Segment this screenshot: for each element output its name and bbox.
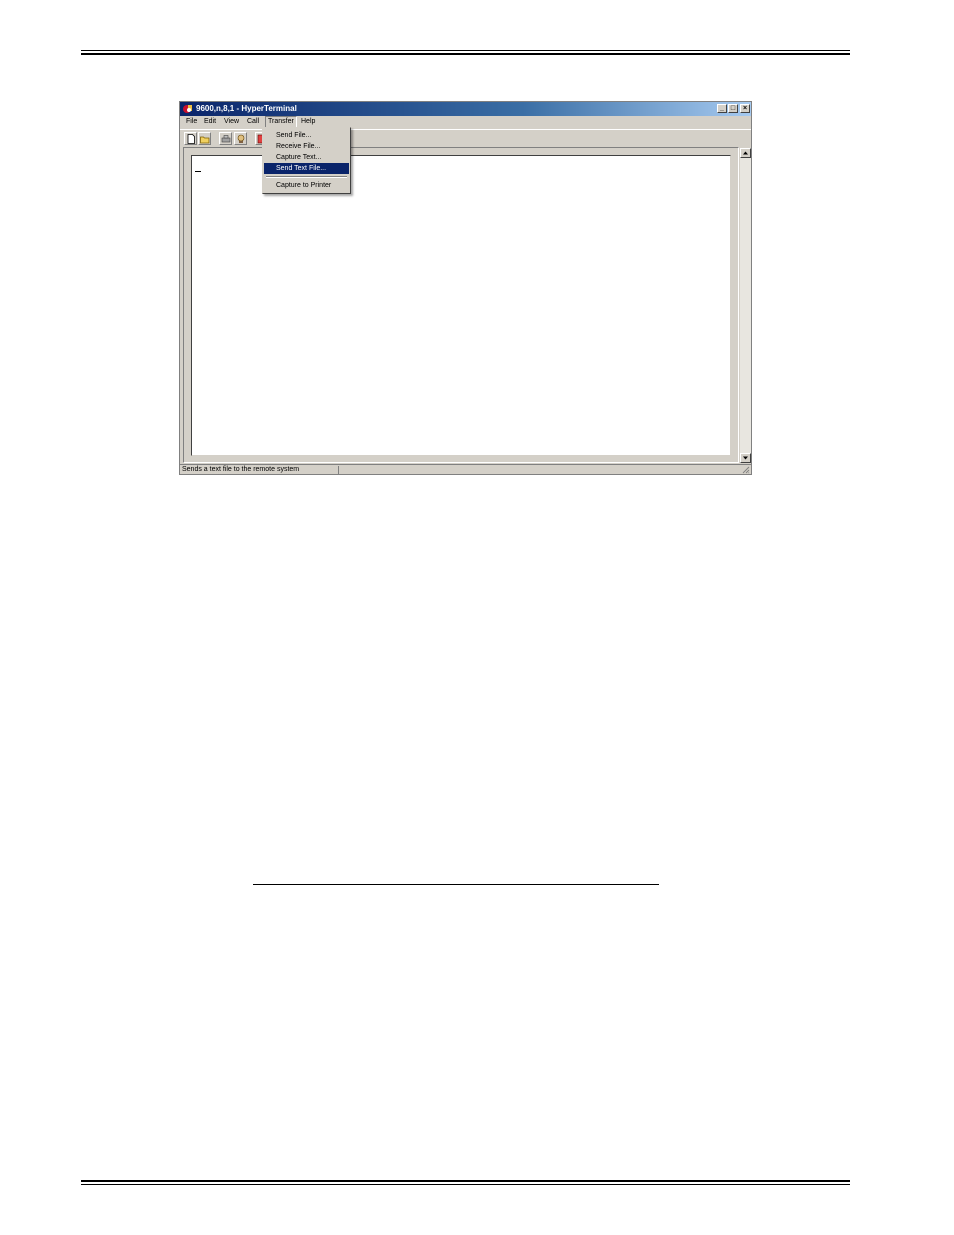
status-bar: Sends a text file to the remote system (180, 464, 751, 475)
minimize-button[interactable]: _ (717, 104, 727, 113)
scroll-up-button[interactable] (740, 148, 751, 158)
open-button[interactable] (198, 132, 211, 145)
disconnect-button[interactable] (219, 132, 232, 145)
text-cursor (195, 171, 201, 172)
maximize-button[interactable]: □ (728, 104, 738, 113)
window-title: 9600,n,8,1 - HyperTerminal (196, 104, 297, 113)
menu-call[interactable]: Call (245, 116, 261, 128)
menu-item-send-text-file[interactable]: Send Text File... (264, 163, 349, 174)
close-button[interactable]: × (740, 104, 750, 113)
resize-grip-icon[interactable] (742, 466, 750, 474)
menu-item-capture-text[interactable]: Capture Text... (264, 152, 349, 163)
menu-edit[interactable]: Edit (202, 116, 218, 128)
open-icon (200, 136, 210, 144)
dial-icon (237, 134, 245, 143)
menu-item-send-file[interactable]: Send File... (264, 130, 349, 141)
arrow-down-icon (743, 456, 748, 460)
menu-item-capture-to-printer[interactable]: Capture to Printer (264, 180, 349, 191)
scroll-down-button[interactable] (740, 453, 751, 463)
terminal-frame (183, 147, 739, 463)
header-rule (81, 50, 850, 55)
dial-button[interactable] (234, 132, 247, 145)
terminal-screen[interactable] (191, 155, 731, 456)
hyperterminal-app-icon (183, 105, 192, 113)
vertical-scrollbar[interactable] (740, 148, 751, 463)
arrow-up-icon (743, 151, 748, 155)
disconnect-icon (221, 135, 231, 143)
menu-file[interactable]: File (184, 116, 199, 128)
transfer-menu: Send File... Receive File... Capture Tex… (262, 127, 351, 194)
menu-separator (266, 176, 347, 178)
signature-line (253, 884, 659, 885)
title-bar[interactable]: 9600,n,8,1 - HyperTerminal _ □ × (180, 102, 751, 116)
menu-view[interactable]: View (222, 116, 241, 128)
menu-item-receive-file[interactable]: Receive File... (264, 141, 349, 152)
status-text: Sends a text file to the remote system (182, 466, 300, 473)
status-separator (338, 466, 339, 474)
new-connection-button[interactable] (184, 132, 197, 145)
footer-rule (81, 1180, 850, 1185)
new-icon (187, 134, 195, 144)
